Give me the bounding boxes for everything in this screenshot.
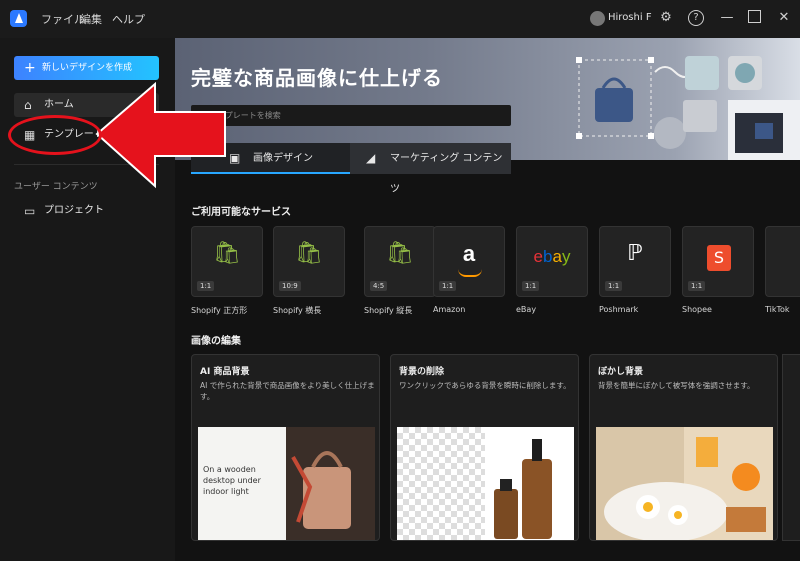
editing-heading: 画像の編集 <box>191 336 241 347</box>
shopify-icon: 🛍 <box>213 241 241 266</box>
template-search-input[interactable]: テンプレートを検索 <box>191 105 511 126</box>
tab-marketing-content[interactable]: ◢ マーケティング コンテンツ <box>350 143 511 195</box>
avatar[interactable] <box>590 11 605 26</box>
create-design-button[interactable]: + 新しいデザインを作成 <box>14 56 159 80</box>
gear-icon[interactable]: ⚙ <box>657 9 675 27</box>
service-shopee[interactable]: S 1:1 <box>682 226 754 297</box>
hero-banner <box>175 38 800 160</box>
service-shopify-landscape[interactable]: 🛍 10:9 <box>273 226 345 297</box>
user-name[interactable]: Hiroshi F <box>608 12 652 23</box>
shopify-icon: 🛍 <box>386 241 414 266</box>
red-circle-annotation <box>8 115 102 155</box>
ratio-badge: 10:9 <box>279 281 301 291</box>
card-image-caption: On a wooden desktop under indoor light <box>203 465 261 496</box>
menu-file[interactable]: ファイル <box>41 11 85 27</box>
service-name: Shopee <box>682 305 712 314</box>
sidebar-item-projects[interactable]: ▭ プロジェクト <box>14 199 159 223</box>
home-icon: ⌂ <box>24 98 32 112</box>
card-title: 背景の削除 <box>399 367 445 377</box>
tab-label: マーケティング コンテンツ <box>390 153 503 195</box>
sidebar-item-label: プロジェクト <box>44 205 104 216</box>
amazon-smile-icon <box>458 269 482 277</box>
ratio-badge: 1:1 <box>439 281 457 291</box>
service-name: Shopify 正方形 <box>191 306 248 315</box>
service-name: Shopify 縦長 <box>364 306 413 315</box>
tab-label: 画像デザイン <box>253 153 313 164</box>
poshmark-icon: ℙ <box>627 241 643 266</box>
ratio-badge: 1:1 <box>197 281 215 291</box>
service-name: Shopify 横長 <box>273 306 322 315</box>
banner-title: 完璧な商品画像に仕上げる <box>191 66 443 90</box>
plus-icon: + <box>24 60 36 76</box>
user-content-section-label: ユーザー コンテンツ <box>14 182 98 192</box>
service-tiktok[interactable] <box>765 226 800 297</box>
services-heading: ご利用可能なサービス <box>191 207 291 218</box>
app-logo-icon <box>10 10 27 27</box>
shopify-icon: 🛍 <box>295 241 323 266</box>
card-remove-background[interactable]: 背景の削除 ワンクリックであらゆる背景を瞬時に削除します。 <box>390 354 579 541</box>
image-icon: ▣ <box>229 151 241 165</box>
card-partial[interactable] <box>782 354 800 541</box>
card-image <box>596 427 773 540</box>
ratio-badge: 4:5 <box>370 281 388 291</box>
folder-icon: ▭ <box>24 204 36 218</box>
service-shopify-portrait[interactable]: 🛍 4:5 <box>364 226 436 297</box>
card-description: ワンクリックであらゆる背景を瞬時に削除します。 <box>399 381 571 390</box>
help-icon[interactable]: ? <box>688 10 704 26</box>
ebay-icon: ebay <box>533 247 571 266</box>
sidebar-item-label: ホーム <box>44 99 74 110</box>
ratio-badge: 1:1 <box>688 281 706 291</box>
service-ebay[interactable]: ebay 1:1 <box>516 226 588 297</box>
title-bar: ファイル 編集 ヘルプ Hiroshi F ⚙ ? — ✕ <box>0 0 800 38</box>
card-description: 背景を簡単にぼかして被写体を強調させます。 <box>598 381 755 390</box>
shopee-icon: S <box>707 245 731 271</box>
banner-art <box>576 56 800 160</box>
megaphone-icon: ◢ <box>366 151 376 165</box>
card-title: AI 商品背景 <box>200 367 250 377</box>
ratio-badge: 1:1 <box>605 281 623 291</box>
card-description: AI で作られた背景で商品画像をより美しく仕上げます。 <box>200 381 375 401</box>
service-shopify-square[interactable]: 🛍 1:1 <box>191 226 263 297</box>
card-image <box>397 427 574 540</box>
card-ai-background[interactable]: AI 商品背景 AI で作られた背景で商品画像をより美しく仕上げます。 On a… <box>191 354 380 541</box>
minimize-icon[interactable]: — <box>718 9 736 27</box>
service-name: eBay <box>516 305 537 314</box>
service-name: Amazon <box>433 305 466 314</box>
service-name: Poshmark <box>599 305 639 314</box>
service-name: TikTok <box>765 305 790 314</box>
service-poshmark[interactable]: ℙ 1:1 <box>599 226 671 297</box>
ratio-badge: 1:1 <box>522 281 540 291</box>
service-amazon[interactable]: a 1:1 <box>433 226 505 297</box>
amazon-icon: a <box>462 241 476 266</box>
card-blur-background[interactable]: ぼかし背景 背景を簡単にぼかして被写体を強調させます。 <box>589 354 778 541</box>
card-title: ぼかし背景 <box>598 367 644 377</box>
close-icon[interactable]: ✕ <box>775 9 793 27</box>
create-design-label: 新しいデザインを作成 <box>42 63 133 73</box>
maximize-icon[interactable] <box>748 10 761 23</box>
menu-edit[interactable]: 編集 <box>80 11 102 27</box>
red-arrow-annotation <box>95 82 226 189</box>
menu-help[interactable]: ヘルプ <box>112 11 145 27</box>
